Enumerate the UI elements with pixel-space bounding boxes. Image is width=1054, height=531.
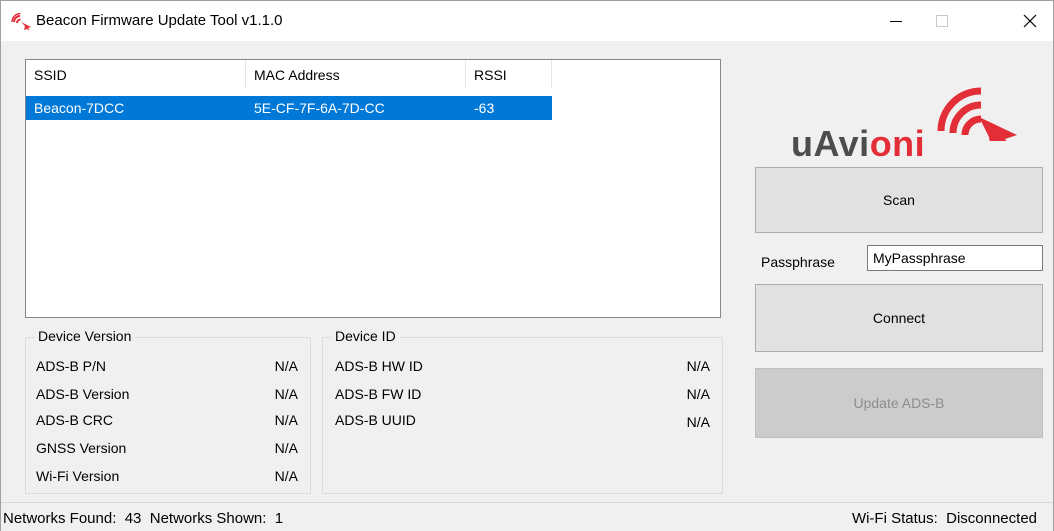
wifi-status: Wi-Fi Status: Disconnected bbox=[851, 510, 1037, 527]
adsb-crc-label: ADS-B CRC bbox=[36, 412, 114, 428]
column-header-rssi[interactable]: RSSI bbox=[466, 60, 552, 88]
minimize-icon bbox=[890, 15, 902, 27]
cell-ssid: Beacon-7DCC bbox=[34, 100, 125, 116]
list-header: SSID MAC Address RSSI bbox=[26, 60, 720, 88]
connect-button[interactable]: Connect bbox=[755, 284, 1043, 352]
network-list[interactable]: SSID MAC Address RSSI Beacon-7DCC 5E-CF-… bbox=[25, 59, 721, 318]
column-header-ssid[interactable]: SSID bbox=[26, 60, 246, 88]
adsb-uuid-value: N/A bbox=[686, 414, 710, 430]
gnss-version-value: N/A bbox=[274, 440, 298, 456]
status-bar: Networks Found: 43 Networks Shown: 1 Wi-… bbox=[1, 502, 1053, 531]
update-adsb-button[interactable]: Update ADS-B bbox=[755, 368, 1043, 438]
adsb-hw-id-label: ADS-B HW ID bbox=[335, 358, 423, 374]
client-area: SSID MAC Address RSSI Beacon-7DCC 5E-CF-… bbox=[1, 41, 1053, 502]
minimize-button[interactable] bbox=[873, 1, 919, 41]
close-button[interactable] bbox=[1007, 1, 1053, 41]
adsb-version-label: ADS-B Version bbox=[36, 386, 130, 402]
gnss-version-label: GNSS Version bbox=[36, 440, 127, 456]
title-bar: Beacon Firmware Update Tool v1.1.0 bbox=[1, 1, 1053, 41]
cell-mac: 5E-CF-7F-6A-7D-CC bbox=[254, 100, 385, 116]
scan-button[interactable]: Scan bbox=[755, 167, 1043, 233]
device-version-group: Device Version ADS-B P/N N/A ADS-B Versi… bbox=[25, 328, 311, 494]
adsb-fw-id-label: ADS-B FW ID bbox=[335, 386, 422, 402]
network-count-status: Networks Found: 43 Networks Shown: 1 bbox=[3, 510, 284, 527]
adsb-pn-value: N/A bbox=[274, 358, 298, 374]
app-window: Beacon Firmware Update Tool v1.1.0 SSID … bbox=[0, 0, 1054, 531]
table-row[interactable]: Beacon-7DCC 5E-CF-7F-6A-7D-CC -63 bbox=[26, 96, 552, 120]
device-id-group: Device ID ADS-B HW ID N/A ADS-B FW ID N/… bbox=[322, 328, 723, 494]
maximize-button[interactable] bbox=[919, 1, 965, 41]
adsb-crc-value: N/A bbox=[274, 412, 298, 428]
logo-signal-icon bbox=[937, 87, 1017, 141]
adsb-pn-label: ADS-B P/N bbox=[36, 358, 107, 374]
adsb-uuid-label: ADS-B UUID bbox=[335, 412, 416, 428]
device-id-title: Device ID bbox=[331, 328, 400, 344]
wifi-version-value: N/A bbox=[274, 468, 298, 484]
passphrase-input[interactable] bbox=[867, 245, 1043, 271]
adsb-hw-id-value: N/A bbox=[686, 358, 710, 374]
column-header-mac[interactable]: MAC Address bbox=[246, 60, 466, 88]
window-title: Beacon Firmware Update Tool v1.1.0 bbox=[36, 12, 283, 29]
device-version-title: Device Version bbox=[34, 328, 136, 344]
wifi-version-label: Wi-Fi Version bbox=[36, 468, 120, 484]
adsb-version-value: N/A bbox=[274, 386, 298, 402]
cell-rssi: -63 bbox=[474, 100, 495, 116]
passphrase-label: Passphrase bbox=[761, 254, 835, 270]
maximize-icon bbox=[936, 15, 948, 27]
beacon-signal-icon bbox=[11, 12, 33, 31]
logo-text: uAvioni bbox=[791, 123, 926, 164]
adsb-fw-id-value: N/A bbox=[686, 386, 710, 402]
uavionix-logo: uAvioni bbox=[791, 61, 1021, 164]
close-icon bbox=[1023, 14, 1037, 28]
